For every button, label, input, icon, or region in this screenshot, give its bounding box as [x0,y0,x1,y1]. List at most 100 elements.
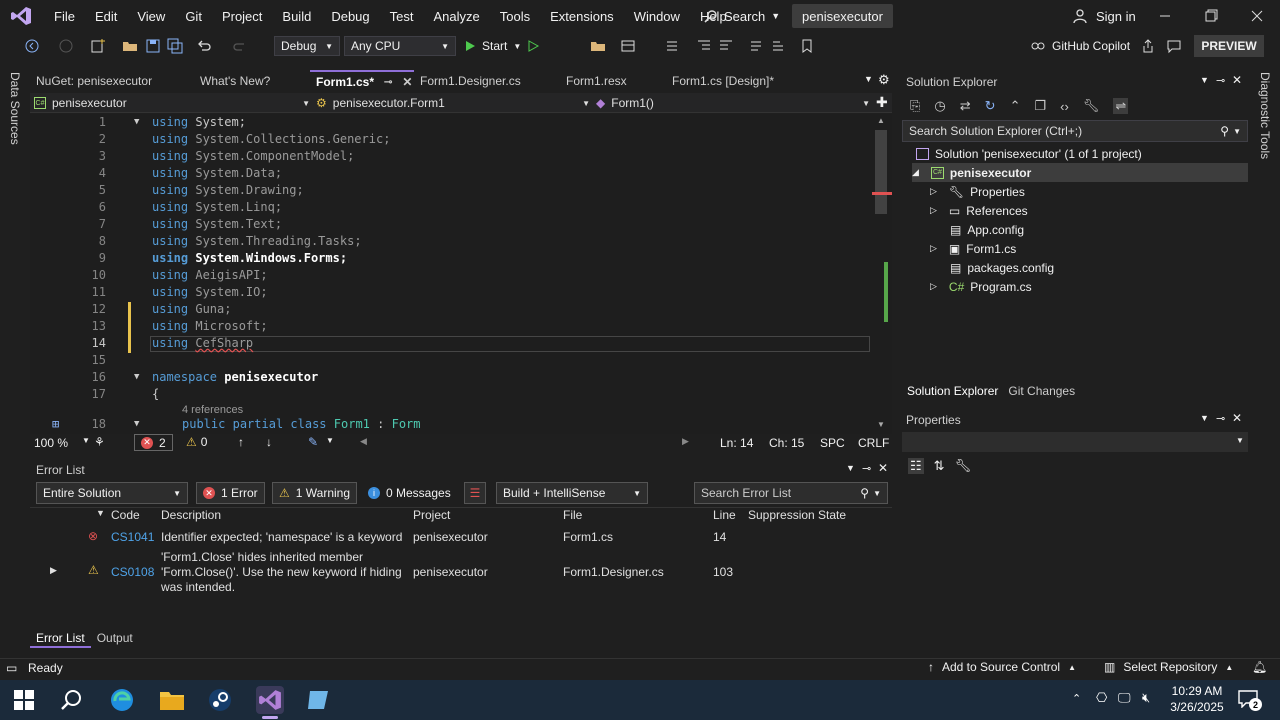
chevron-down-icon[interactable]: ▼ [82,436,90,445]
save-all-icon[interactable] [167,38,183,54]
pin-icon[interactable]: ⊸ [862,462,871,475]
code-cleanup-icon[interactable]: ✎ [308,435,318,449]
chevron-down-icon[interactable]: ▼ [326,436,334,445]
tree-item-form1-cs[interactable]: ▷ ▣ Form1.cs [930,239,1016,258]
error-count-badge[interactable]: ✕ 2 [134,434,173,451]
windows-start-icon[interactable] [14,690,34,710]
down-arrow-icon[interactable]: ↓ [266,435,272,449]
notification-center-icon[interactable]: 2 [1238,690,1262,711]
expand-icon[interactable]: ▷ [930,281,937,292]
close-icon[interactable]: ✕ [1232,73,1242,87]
menu-analyze[interactable]: Analyze [423,9,489,24]
tab-form1-resx[interactable]: Form1.resx [560,70,633,92]
tab-output[interactable]: Output [91,630,139,648]
warning-count[interactable]: ⚠ 0 [186,435,207,449]
expand-icon[interactable]: ▷ [930,186,937,197]
build-filter-dropdown[interactable]: Build + IntelliSense ▼ [496,482,648,504]
editor-vertical-scrollbar[interactable]: ▲ ▼ [872,114,892,434]
menu-tools[interactable]: Tools [490,9,540,24]
tree-item-references[interactable]: ▷ ▭ References [930,201,1028,220]
sync-icon[interactable]: ⎘ [910,98,920,114]
tab-form1-cs[interactable]: Form1.cs* ⊸ ✕ [310,70,414,92]
switch-views-icon[interactable]: ⇄ [960,98,971,114]
member-dropdown[interactable]: ◆ Form1() ▼ [596,93,870,113]
scroll-up-icon[interactable]: ▲ [877,116,885,125]
collapse-all-icon[interactable]: ⌃ [1010,98,1021,114]
layout-icon[interactable] [620,38,636,54]
tab-error-list[interactable]: Error List [30,630,91,648]
indent-icon[interactable] [718,38,734,54]
scroll-right-icon[interactable]: ▶ [682,436,689,447]
network-icon[interactable]: 🖵︎ [1118,690,1131,706]
save-icon[interactable] [145,38,161,54]
collapse-icon[interactable]: ▼ [134,114,139,131]
feedback-icon[interactable] [1166,38,1182,54]
open-folder-icon[interactable] [122,38,138,54]
comment-icon[interactable] [748,38,764,54]
property-pages-icon[interactable]: 🔧︎ [955,458,972,474]
expand-icon[interactable]: ▷ [930,205,937,216]
menu-edit[interactable]: Edit [85,9,127,24]
code-editor[interactable]: 1 ▼ using System; 2 using System.Collection… [30,114,892,434]
warning-code[interactable]: CS0108 [111,565,154,579]
tab-nuget[interactable]: NuGet: penisexecutor [30,70,158,92]
tab-form1-design[interactable]: Form1.cs [Design]* [666,70,780,92]
column-header-line[interactable]: Line [713,508,736,526]
sign-in-button[interactable]: Sign in [1072,8,1136,24]
search-button[interactable]: Search ▼ [704,7,780,25]
alphabetical-icon[interactable]: ⇅ [934,458,945,474]
menu-extensions[interactable]: Extensions [540,9,624,24]
tab-overflow-icon[interactable]: ▼ [864,74,873,84]
preview-selected-icon[interactable]: ⇌ [1113,98,1129,114]
forward-arrow-icon[interactable] [58,38,74,54]
tree-item-packages-config[interactable]: ▤ packages.config [950,258,1054,277]
table-row[interactable]: ⊗ CS1041 Identifier expected; 'namespace… [30,528,892,548]
messages-filter-button[interactable]: i 0 Messages [362,482,457,504]
outdent-icon[interactable] [696,38,712,54]
solution-folder-icon[interactable] [590,38,606,54]
close-icon[interactable] [1246,6,1268,26]
tray-overflow-icon[interactable]: ⌃ [1072,692,1081,705]
file-explorer-icon[interactable] [158,686,186,714]
collapse-icon[interactable]: ▼ [134,369,139,386]
select-repository-button[interactable]: ▥ Select Repository ▲ [1104,660,1233,674]
add-to-source-control-button[interactable]: ↑ Add to Source Control ▲ [928,660,1076,674]
tree-item-app-config[interactable]: ▤ App.config [950,220,1024,239]
categorized-icon[interactable]: ☷ [908,458,924,474]
menu-build[interactable]: Build [272,9,321,24]
up-arrow-icon[interactable]: ↑ [238,435,244,449]
filter-icon[interactable]: ☰ [464,482,486,504]
zoom-level[interactable]: 100 % [34,436,68,450]
scroll-left-icon[interactable]: ◀ [360,436,367,447]
warnings-filter-button[interactable]: ⚠ 1 Warning [272,482,358,504]
collapse-icon[interactable]: ▼ [134,416,139,433]
solution-search-input[interactable]: Search Solution Explorer (Ctrl+;) ⚲ ▼ [902,120,1248,142]
tab-form1-designer[interactable]: Form1.Designer.cs [414,70,527,92]
close-icon[interactable]: ✕ [878,461,888,475]
horizontal-scrollbar[interactable]: ◀ ▶ [360,436,690,450]
pin-icon[interactable]: ⊸ [1216,412,1225,425]
column-header-description[interactable]: Description [161,508,221,526]
scope-dropdown[interactable]: Entire Solution ▼ [36,482,188,504]
data-sources-tab[interactable]: Data Sources [8,72,22,145]
panel-menu-icon[interactable]: ▼ [846,463,855,473]
project-dropdown[interactable]: C# penisexecutor ▼ [34,93,310,113]
notifications-icon[interactable]: 🔔︎ [1252,660,1267,674]
restore-icon[interactable] [1200,6,1222,26]
pin-icon[interactable]: ⊸ [1216,74,1225,87]
pin-icon[interactable]: ⊸ [384,77,392,88]
codelens-references[interactable]: 4 references [182,404,243,416]
column-header-code[interactable]: Code [111,508,140,526]
class-dropdown[interactable]: ⚙ penisexecutor.Form1 ▼ [316,93,590,113]
menu-project[interactable]: Project [212,9,272,24]
uncomment-icon[interactable] [770,38,786,54]
tab-whats-new[interactable]: What's New? [194,70,276,92]
share-icon[interactable] [1140,38,1156,54]
taskbar-search-icon[interactable] [60,688,84,712]
column-indicator[interactable]: Ch: 15 [769,436,804,450]
tree-solution[interactable]: Solution 'penisexecutor' (1 of 1 project… [916,144,1142,163]
scroll-down-icon[interactable]: ▼ [877,420,885,429]
errors-filter-button[interactable]: ✕ 1 Error [196,482,265,504]
menu-test[interactable]: Test [380,9,424,24]
visual-studio-taskbar-icon[interactable] [256,686,284,714]
